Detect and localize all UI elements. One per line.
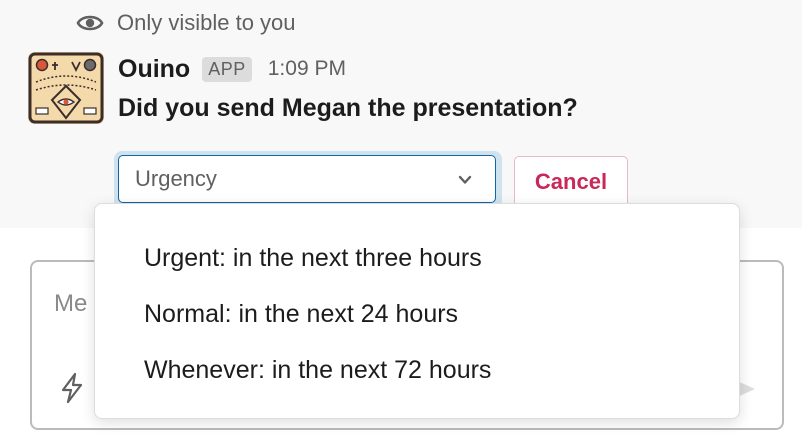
composer-placeholder: Me [54,290,88,317]
chevron-down-icon [458,175,472,184]
urgency-select-focus-ring: Urgency [114,151,502,209]
lightning-icon[interactable] [58,372,86,404]
urgency-select-placeholder: Urgency [135,166,217,191]
avatar[interactable] [28,52,104,124]
ephemeral-notice: Only visible to you [76,10,296,36]
dropdown-option-normal[interactable]: Normal: in the next 24 hours [95,286,739,342]
message-area: Only visible to you Ouino APP 1:09 PM Di… [0,0,802,228]
message-text: Did you send Megan the presentation? [118,94,578,122]
author-name[interactable]: Ouino [118,55,190,84]
dropdown-option-whenever[interactable]: Whenever: in the next 72 hours [95,342,739,398]
message-header: Ouino APP 1:09 PM [118,52,346,86]
urgency-dropdown-menu: Urgent: in the next three hours Normal: … [94,203,740,419]
cancel-button[interactable]: Cancel [514,156,628,208]
message-timestamp[interactable]: 1:09 PM [268,57,346,81]
eye-icon [76,15,104,31]
urgency-select[interactable]: Urgency [118,155,496,203]
app-badge: APP [202,56,252,82]
dropdown-option-urgent[interactable]: Urgent: in the next three hours [95,230,739,286]
ephemeral-text: Only visible to you [117,10,296,35]
